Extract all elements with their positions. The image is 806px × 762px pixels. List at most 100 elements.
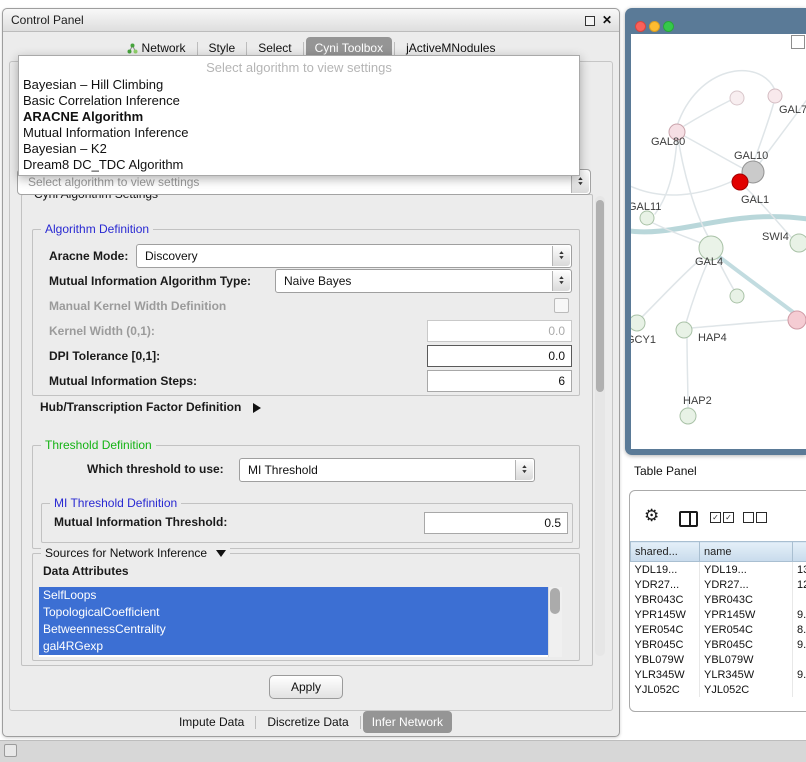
show-columns-icon[interactable] [679,511,698,527]
network-node-swi4[interactable] [790,234,806,252]
table-cell: 9. [793,667,806,682]
tab-label: jActiveMNodules [406,41,495,55]
table-row[interactable]: YPR145WYPR145W9. [631,607,806,622]
network-node-gal1[interactable] [732,174,748,190]
network-node[interactable] [730,91,744,105]
tab-infer-network[interactable]: Infer Network [363,711,452,733]
algorithm-option-mutual-information-inference[interactable]: Mutual Information Inference [19,125,579,141]
column-header[interactable] [793,542,806,562]
tab-separator [360,716,361,729]
attributes-scrollbar[interactable] [548,587,562,657]
network-edge[interactable] [631,180,735,195]
table-cell: YBL079W [700,652,793,667]
tab-impute-data[interactable]: Impute Data [170,711,253,733]
network-canvas[interactable]: GAL80GAL7GAL10GAL1GAL11SWI4GAL4GCY1HAP4H… [631,34,806,449]
mi-threshold-group-title: MI Threshold Definition [50,496,181,510]
close-traffic-icon[interactable] [635,21,646,32]
mi-steps-input[interactable] [427,370,572,392]
data-attributes-list[interactable]: SelfLoopsTopologicalCoefficientBetweenne… [39,587,561,657]
panel-grip-icon[interactable] [4,744,17,757]
manual-kernel-width-checkbox[interactable] [554,298,569,313]
attribute-item-gal4rgexp[interactable]: gal4RGexp [39,638,548,655]
which-threshold-label: Which threshold to use: [87,459,224,479]
dpi-tolerance-input[interactable] [427,345,572,367]
table-cell: YDL19... [631,562,700,578]
network-node-gal7[interactable] [768,89,782,103]
table-row[interactable]: YBL079WYBL079W [631,652,806,667]
zoom-traffic-icon[interactable] [663,21,674,32]
control-panel-titlebar[interactable]: Control Panel ✕ [3,9,619,32]
table-panel-title: Table Panel [634,464,697,478]
node-table: shared...name YDL19...YDL19...13YDR27...… [630,541,806,697]
network-edge[interactable] [641,258,702,318]
aracne-mode-select[interactable]: Discovery ▲▼ [136,244,572,268]
float-window-icon[interactable] [585,16,595,26]
table-cell: YBR045C [700,637,793,652]
algorithm-popup-list: Bayesian – Hill ClimbingBasic Correlatio… [19,77,579,173]
node-label: GCY1 [631,334,656,346]
kernel-width-input[interactable] [427,320,572,342]
table-row[interactable]: YLR345WYLR345W9. [631,667,806,682]
table-cell: 9. [793,607,806,622]
attribute-item-betweennesscentrality[interactable]: BetweennessCentrality [39,621,548,638]
minimize-traffic-icon[interactable] [649,21,660,32]
hub-definition-toggle[interactable]: Hub/Transcription Factor Definition [40,397,261,417]
algorithm-option-dream8-dc-tdc-algorithm[interactable]: Dream8 DC_TDC Algorithm [19,157,579,173]
scrollbar-thumb[interactable] [596,200,604,392]
node-label: GAL1 [741,194,769,206]
mi-steps-label: Mutual Information Steps: [49,371,197,391]
network-node-gcy1[interactable] [631,315,645,331]
table-row[interactable]: YDL19...YDL19...13 [631,562,806,578]
network-node-hap4[interactable] [676,322,692,338]
scrollbar-corner-box[interactable] [791,35,805,49]
network-node-gal11[interactable] [640,211,654,225]
apply-button[interactable]: Apply [269,675,343,699]
deselect-all-rows-icon[interactable] [743,512,767,523]
select-all-rows-icon[interactable]: ✓ ✓ [710,512,734,523]
attribute-item-selfloops[interactable]: SelfLoops [39,587,548,604]
table-cell: YBR045C [631,637,700,652]
column-header[interactable]: shared... [631,542,700,562]
combo-arrows-icon: ▲▼ [552,271,570,291]
network-node-hap2[interactable] [680,408,696,424]
network-view-window: GAL80GAL7GAL10GAL1GAL11SWI4GAL4GCY1HAP4H… [625,8,806,455]
algorithm-definition-group: Algorithm Definition Aracne Mode: Discov… [32,229,580,396]
table-cell: YDR27... [631,577,700,592]
tab-discretize-data[interactable]: Discretize Data [258,711,357,733]
network-node[interactable] [730,289,744,303]
algorithm-option-aracne-algorithm[interactable]: ARACNE Algorithm [19,109,579,125]
threshold-definition-group: Threshold Definition Which threshold to … [32,445,580,549]
table-row[interactable]: YJL052CYJL052C [631,682,806,697]
manual-kernel-width-label: Manual Kernel Width Definition [49,296,226,316]
algorithm-option-bayesian-hill-climbing[interactable]: Bayesian – Hill Climbing [19,77,579,93]
which-threshold-select[interactable]: MI Threshold ▲▼ [239,458,535,482]
node-label: GAL11 [631,201,661,213]
algorithm-option-bayesian-k2[interactable]: Bayesian – K2 [19,141,579,157]
mi-algorithm-type-select[interactable]: Naive Bayes ▲▼ [275,269,572,293]
table-row[interactable]: YDR27...YDR27...12 [631,577,806,592]
table-row[interactable]: YBR045CYBR045C9. [631,637,806,652]
cyni-algorithm-settings-group: Cyni Algorithm Settings Algorithm Defini… [21,194,593,666]
network-edge[interactable] [677,71,775,126]
network-node[interactable] [788,311,806,329]
tab-separator [303,42,304,55]
settings-scrollbar[interactable] [595,196,605,656]
table-row[interactable]: YBR043CYBR043C [631,592,806,607]
network-edge[interactable] [691,320,789,328]
tab-label: Style [209,41,236,55]
tab-label: Select [258,41,291,55]
sources-group-title[interactable]: Sources for Network Inference [41,546,230,560]
tab-separator [246,42,247,55]
network-edge[interactable] [684,100,731,126]
table-settings-gear-icon[interactable]: ⚙ [644,507,659,524]
scrollbar-thumb[interactable] [550,588,560,614]
mi-threshold-input[interactable] [424,512,568,534]
algorithm-option-basic-correlation-inference[interactable]: Basic Correlation Inference [19,93,579,109]
attribute-item-topologicalcoefficient[interactable]: TopologicalCoefficient [39,604,548,621]
mi-algorithm-type-value: Naive Bayes [284,270,351,292]
table-cell: YBR043C [631,592,700,607]
table-cell: YBL079W [631,652,700,667]
close-icon[interactable]: ✕ [602,13,612,27]
table-row[interactable]: YER054CYER054C8. [631,622,806,637]
column-header[interactable]: name [700,542,793,562]
